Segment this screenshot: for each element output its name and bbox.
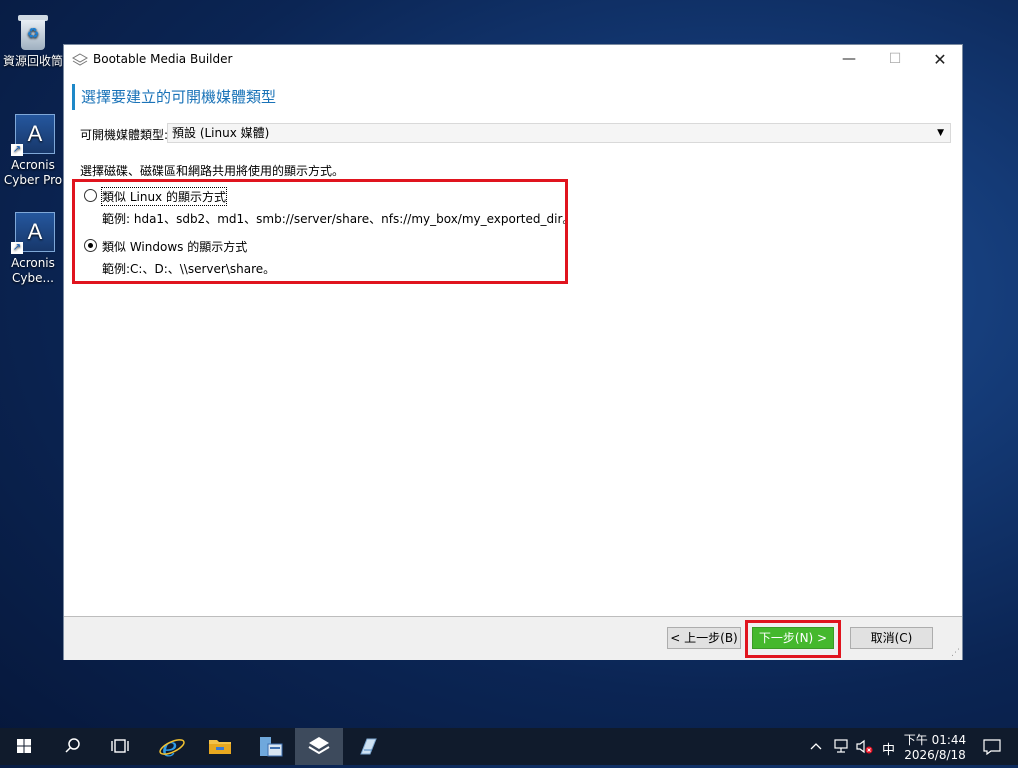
maximize-button[interactable]: ☐ bbox=[872, 45, 918, 74]
media-type-label: 可開機媒體類型: bbox=[80, 128, 169, 142]
task-view-icon bbox=[111, 739, 129, 753]
ime-indicator[interactable]: 中 bbox=[882, 739, 895, 758]
desktop-icon-label: Acronis Cyber Pro bbox=[3, 158, 63, 187]
disk-tool-icon bbox=[360, 738, 377, 755]
desktop-icon-label: Acronis Cybe... bbox=[11, 256, 55, 285]
window-title: Bootable Media Builder bbox=[93, 52, 233, 66]
network-icon[interactable] bbox=[833, 739, 849, 754]
dropdown-arrow-icon: ▼ bbox=[937, 128, 944, 138]
highlight-box-next bbox=[745, 620, 841, 658]
chevron-up-icon[interactable] bbox=[810, 741, 822, 751]
search-button[interactable] bbox=[48, 728, 96, 765]
instruction-text: 選擇磁碟、磁碟區和網路共用將使用的顯示方式。 bbox=[80, 164, 345, 178]
close-button[interactable]: ✕ bbox=[917, 45, 963, 74]
task-view-button[interactable] bbox=[96, 728, 144, 765]
start-button[interactable] bbox=[0, 728, 48, 765]
clock-date: 2026/8/18 bbox=[904, 748, 966, 762]
server-manager-icon bbox=[260, 737, 283, 757]
back-button[interactable]: < 上一步(B) bbox=[667, 627, 741, 649]
notification-icon[interactable] bbox=[983, 739, 1001, 755]
cancel-button[interactable]: 取消(C) bbox=[850, 627, 933, 649]
server-manager-button[interactable] bbox=[246, 728, 294, 765]
media-tool-button[interactable] bbox=[343, 728, 391, 765]
windows-logo-icon bbox=[17, 739, 31, 753]
media-type-dropdown[interactable]: 預設 (Linux 媒體) ▼ bbox=[167, 123, 951, 143]
search-icon bbox=[65, 738, 80, 753]
bootable-media-builder-window: Bootable Media Builder — ☐ ✕ 選擇要建立的可開機媒體… bbox=[63, 44, 963, 660]
acronis-icon: A ↗ bbox=[11, 210, 55, 254]
layers-icon bbox=[308, 737, 330, 755]
volume-muted-icon[interactable] bbox=[856, 739, 874, 754]
system-clock[interactable]: 下午 01:44 2026/8/18 bbox=[900, 733, 970, 763]
taskbar: e 中 下午 01:44 2026/8/18 bbox=[0, 728, 1018, 765]
layers-icon bbox=[72, 53, 88, 66]
file-explorer-button[interactable] bbox=[196, 728, 244, 765]
acronis-icon: A ↗ bbox=[11, 112, 55, 156]
title-bar[interactable]: Bootable Media Builder — ☐ ✕ bbox=[64, 45, 962, 74]
svg-text:e: e bbox=[162, 733, 177, 763]
recycle-bin-shortcut[interactable]: ♻ 資源回收筒 bbox=[2, 10, 64, 69]
recycle-bin-icon: ♻ bbox=[15, 10, 51, 52]
resize-grip-icon[interactable]: ⋰ bbox=[951, 648, 960, 658]
desktop-icon-label: 資源回收筒 bbox=[2, 54, 63, 68]
page-title: 選擇要建立的可開機媒體類型 bbox=[72, 84, 276, 110]
clock-time: 下午 01:44 bbox=[903, 733, 967, 747]
internet-explorer-icon: e bbox=[159, 733, 185, 763]
highlight-box-options bbox=[72, 179, 568, 284]
acronis-cyber-pro-shortcut[interactable]: A ↗ Acronis Cyber Pro bbox=[2, 112, 64, 188]
folder-icon bbox=[209, 740, 231, 754]
bootable-media-builder-taskbar-button[interactable] bbox=[295, 728, 343, 765]
media-type-row: 可開機媒體類型: 預設 (Linux 媒體) ▼ bbox=[80, 123, 952, 143]
minimize-button[interactable]: — bbox=[826, 45, 872, 74]
wizard-footer: < 上一步(B) 下一步(N) > 取消(C) ⋰ bbox=[64, 616, 962, 660]
media-type-value: 預設 (Linux 媒體) bbox=[172, 126, 270, 140]
acronis-cyber-shortcut[interactable]: A ↗ Acronis Cybe... bbox=[2, 210, 64, 286]
internet-explorer-button[interactable]: e bbox=[148, 728, 196, 765]
